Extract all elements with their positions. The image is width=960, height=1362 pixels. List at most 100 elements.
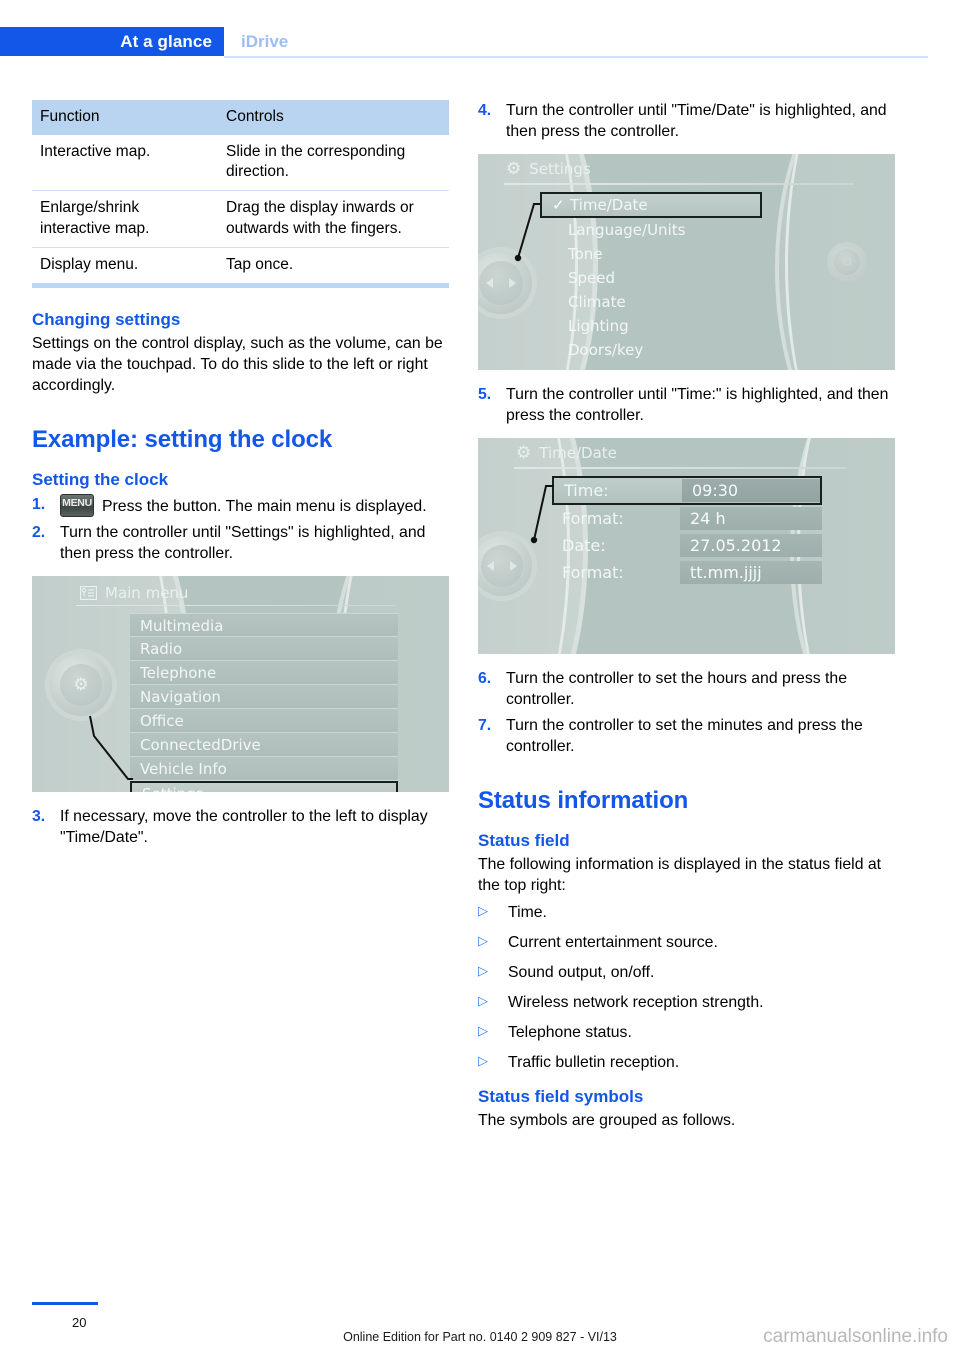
main-menu-item-multimedia[interactable]: Multimedia: [130, 612, 398, 637]
field-label: Date:: [562, 536, 606, 555]
tab-at-a-glance[interactable]: At a glance: [0, 27, 224, 56]
triangle-bullet-icon: ▷: [478, 963, 488, 978]
arrow-left-icon: [486, 278, 493, 288]
steps-list-4: 5. Turn the controller until "Time:" is …: [478, 384, 898, 426]
screen-title: Time/Date: [539, 444, 617, 462]
triangle-bullet-icon: ▷: [478, 993, 488, 1008]
header-divider: [224, 56, 928, 58]
paragraph-status-symbols: The symbols are grouped as follows.: [478, 1112, 736, 1129]
watermark: carmanualsonline.info: [763, 1326, 948, 1347]
main-menu-item-settings[interactable]: Settings: [130, 780, 398, 792]
function-controls-table: Function Controls Interactive map. Slide…: [32, 100, 449, 283]
settings-item-label: Time/Date: [570, 196, 648, 214]
list-item: ▷ Time.: [478, 902, 898, 923]
clock-gear-icon: ⚙: [516, 442, 532, 463]
settings-item-climate[interactable]: Climate: [540, 290, 762, 314]
main-menu-item-connecteddrive[interactable]: ConnectedDrive: [130, 732, 398, 757]
field-value: 27.05.2012: [680, 534, 822, 557]
step-item: 5. Turn the controller until "Time:" is …: [478, 384, 898, 426]
settings-item-lighting[interactable]: Lighting: [540, 314, 762, 338]
step-number: 1.: [32, 495, 46, 513]
field-time[interactable]: Time: 09:30: [552, 476, 822, 505]
heading-changing-settings: Changing settings: [32, 309, 181, 329]
gear-knob: ⚙: [50, 653, 112, 716]
settings-item-label: Tone: [568, 245, 603, 263]
gear-icon: ⚙: [834, 249, 860, 275]
screen-title: Main menu: [105, 583, 189, 602]
arrow-right-icon: [510, 561, 517, 571]
field-label: Time:: [564, 481, 609, 500]
field-time-format[interactable]: Format: 24 h: [552, 505, 822, 532]
heading-status-information: Status information: [478, 787, 689, 814]
step-item: 7. Turn the controller to set the minute…: [478, 715, 898, 757]
settings-item-speed[interactable]: Speed: [540, 266, 762, 290]
screenshot-settings: ⚙ ⚙ Settings ✓ Time/Date Language/Units T…: [478, 154, 895, 370]
field-date[interactable]: Date: 27.05.2012: [552, 532, 822, 559]
triangle-bullet-icon: ▷: [478, 903, 488, 918]
list-item: ▷ Sound output, on/off.: [478, 962, 898, 983]
step-text: Turn the controller to set the minutes a…: [506, 717, 863, 755]
check-icon: ✓: [552, 196, 565, 214]
gear-icon: ⚙: [506, 158, 522, 179]
steps-list-3: 4. Turn the controller until "Time/Date"…: [478, 100, 898, 142]
steps-list-5: 6. Turn the controller to set the hours …: [478, 668, 898, 757]
screen-title: Settings: [529, 160, 591, 178]
step-text: Turn the controller until "Settings" is …: [60, 523, 426, 562]
tab-idrive[interactable]: iDrive: [241, 27, 288, 56]
main-menu-item-radio[interactable]: Radio: [130, 636, 398, 661]
screen-title-rule: [76, 604, 396, 607]
triangle-bullet-icon: ▷: [478, 933, 488, 948]
table-cell-controls: Slide in the corresponding direction.: [226, 143, 406, 181]
table-cell-controls: Drag the display inwards or outwards wit…: [218, 190, 449, 248]
table-bottom-rule: [32, 282, 449, 288]
field-label: Format:: [562, 563, 624, 582]
main-menu-item-office[interactable]: Office: [130, 708, 398, 733]
table-header-controls: Controls: [218, 100, 449, 136]
settings-item-doors-key[interactable]: Doors/key: [540, 338, 762, 362]
settings-item-label: Climate: [568, 293, 626, 311]
list-item-label: Traffic bulletin reception.: [508, 1054, 680, 1071]
screenshot-time-date: ⚙ Time/Date Time: 09:30 Format: 24 h Dat…: [478, 438, 895, 654]
menu-button-label: MENU: [62, 496, 92, 509]
page-number: 20: [72, 1315, 87, 1330]
list-item-label: Wireless network reception strength.: [508, 994, 764, 1011]
step-number: 4.: [478, 102, 492, 119]
steps-list-1: 1. MENU Press the button. The main menu i…: [32, 493, 452, 564]
main-menu-item-navigation[interactable]: Navigation: [130, 684, 398, 709]
table-cell-controls: Tap once.: [218, 246, 449, 283]
step-item: 6. Turn the controller to set the hours …: [478, 668, 898, 710]
step-text: Turn the controller to set the hours and…: [506, 670, 847, 708]
knob-inner: [479, 261, 523, 305]
list-item: ▷ Telephone status.: [478, 1022, 898, 1043]
list-item-label: Time.: [508, 904, 547, 921]
field-value: 24 h: [680, 507, 822, 530]
main-menu-item-telephone[interactable]: Telephone: [130, 660, 398, 685]
settings-item-language-units[interactable]: Language/Units: [540, 218, 762, 242]
heading-example-setting-the-clock: Example: setting the clock: [32, 425, 333, 453]
list-item: ▷ Current entertainment source.: [478, 932, 898, 953]
settings-item-label: Doors/key: [568, 341, 644, 359]
status-field-bullet-list: ▷ Time. ▷ Current entertainment source. …: [478, 902, 898, 1073]
list-item-label: Current entertainment source.: [508, 934, 718, 951]
timedate-field-list: Time: 09:30 Format: 24 h Date: 27.05.201…: [552, 476, 822, 586]
settings-item-label: Speed: [568, 269, 616, 287]
field-date-format[interactable]: Format: tt.mm.jjjj: [552, 559, 822, 586]
screen-title-row: ⚙ Time/Date: [516, 444, 617, 462]
screen-title-row: ⚙ Settings: [506, 160, 591, 178]
step-item: 3. If necessary, move the controller to …: [32, 806, 452, 848]
menu-button-icon[interactable]: MENU: [60, 493, 94, 517]
settings-item-tone[interactable]: Tone: [540, 242, 762, 266]
settings-item-label: Lighting: [568, 317, 629, 335]
list-item-label: Telephone status.: [508, 1024, 632, 1041]
step-item: 1. MENU Press the button. The main menu i…: [32, 493, 452, 517]
list-item: ▷ Wireless network reception strength.: [478, 992, 898, 1013]
settings-item-time-date[interactable]: ✓ Time/Date: [540, 192, 762, 218]
left-column: Function Controls Interactive map. Slide…: [32, 100, 452, 853]
list-item: ▷ Traffic bulletin reception.: [478, 1052, 898, 1073]
main-menu-item-vehicle-info[interactable]: Vehicle Info: [130, 756, 398, 781]
table-row: Interactive map. Slide in the correspond…: [32, 135, 449, 191]
heading-status-field-symbols: Status field symbols: [478, 1087, 644, 1106]
triangle-bullet-icon: ▷: [478, 1053, 488, 1068]
right-column: 4. Turn the controller until "Time/Date"…: [478, 100, 898, 1131]
table-header-row: Function Controls: [32, 100, 449, 136]
